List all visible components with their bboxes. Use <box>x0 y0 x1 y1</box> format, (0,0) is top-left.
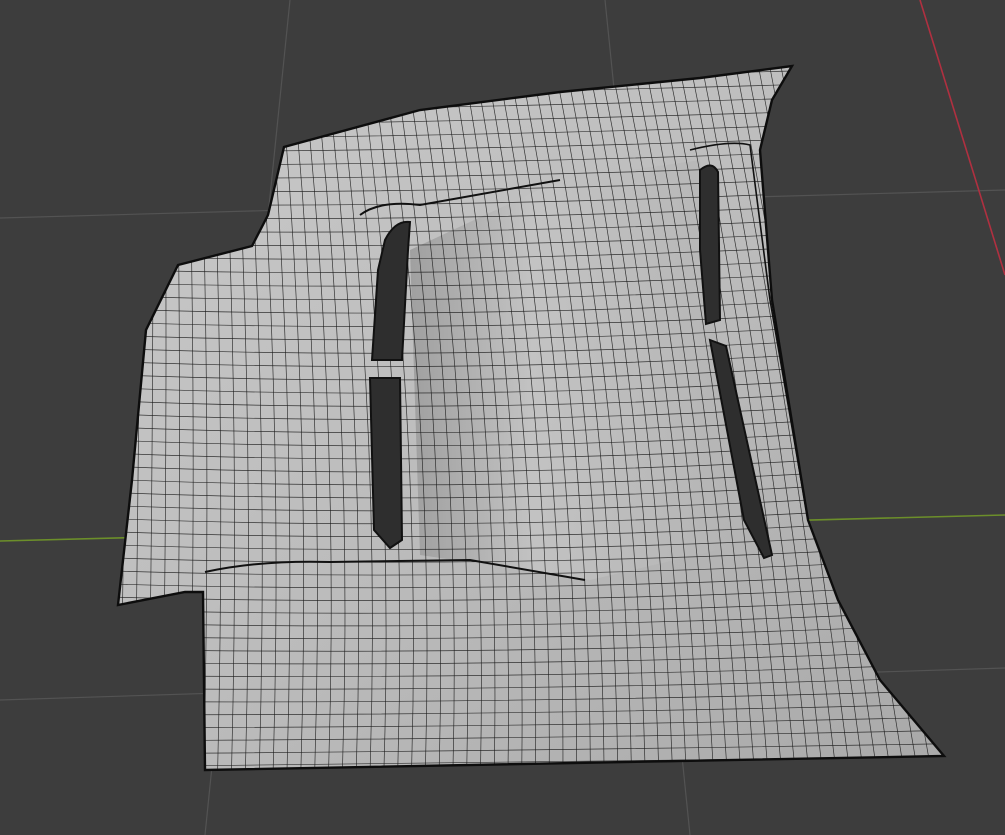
mesh-object[interactable] <box>100 40 960 800</box>
wire-edge <box>118 66 944 87</box>
wire-edge <box>118 769 944 770</box>
wire-edge <box>100 40 960 60</box>
wire-edge <box>118 66 944 74</box>
x-axis-line <box>919 0 1005 276</box>
wire-edge <box>119 66 131 770</box>
left-vent-hole-lower <box>368 377 404 550</box>
3d-viewport[interactable] <box>0 0 1005 835</box>
